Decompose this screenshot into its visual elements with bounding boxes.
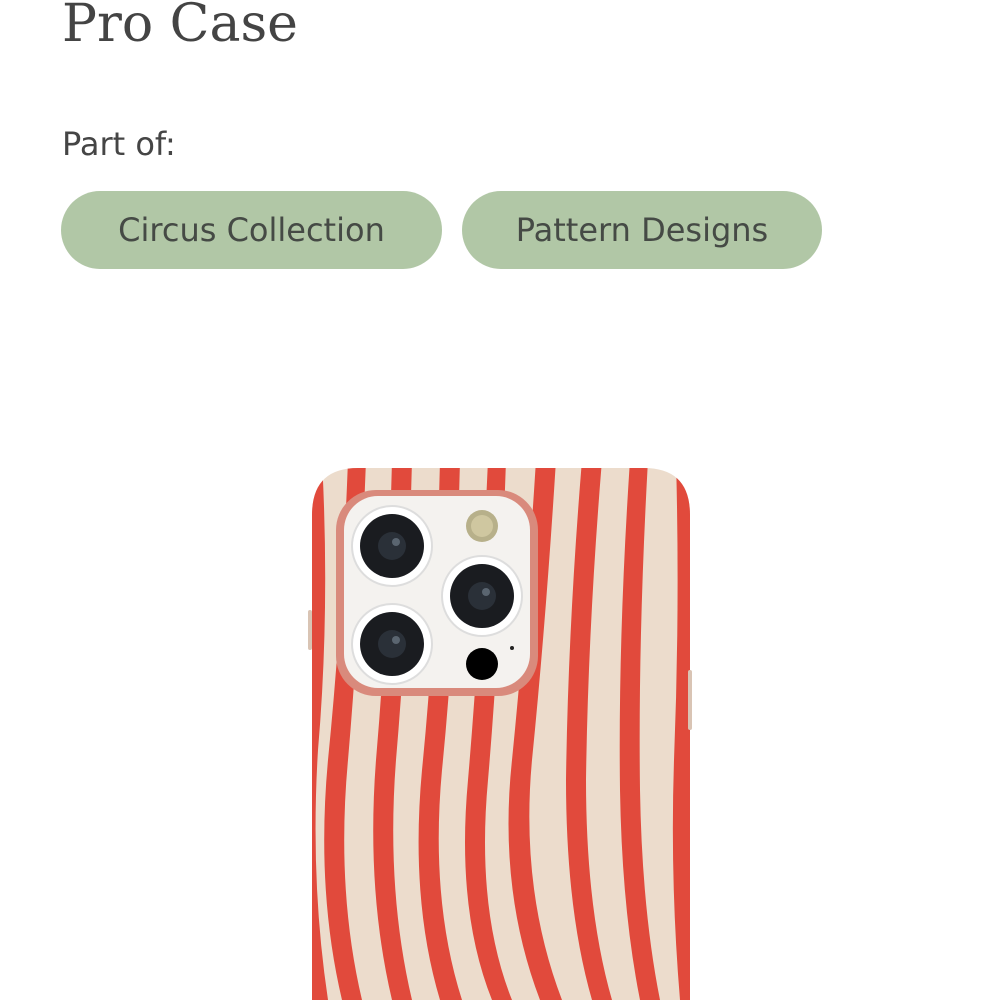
product-image[interactable] <box>300 460 700 1000</box>
side-button <box>308 610 312 650</box>
side-button <box>688 670 692 730</box>
tag-label: Pattern Designs <box>515 211 769 249</box>
product-title: Pro Case <box>62 0 298 54</box>
phone-case-illustration <box>308 468 692 1000</box>
camera-module <box>336 490 538 696</box>
tag-pattern-designs[interactable]: Pattern Designs <box>462 191 822 269</box>
collection-tags: Circus Collection Pattern Designs <box>61 191 822 269</box>
tag-label: Circus Collection <box>118 211 385 249</box>
tag-circus-collection[interactable]: Circus Collection <box>61 191 442 269</box>
collections-label: Part of: <box>62 125 176 163</box>
product-page: Pro Case Part of: Circus Collection Patt… <box>0 0 1000 1000</box>
